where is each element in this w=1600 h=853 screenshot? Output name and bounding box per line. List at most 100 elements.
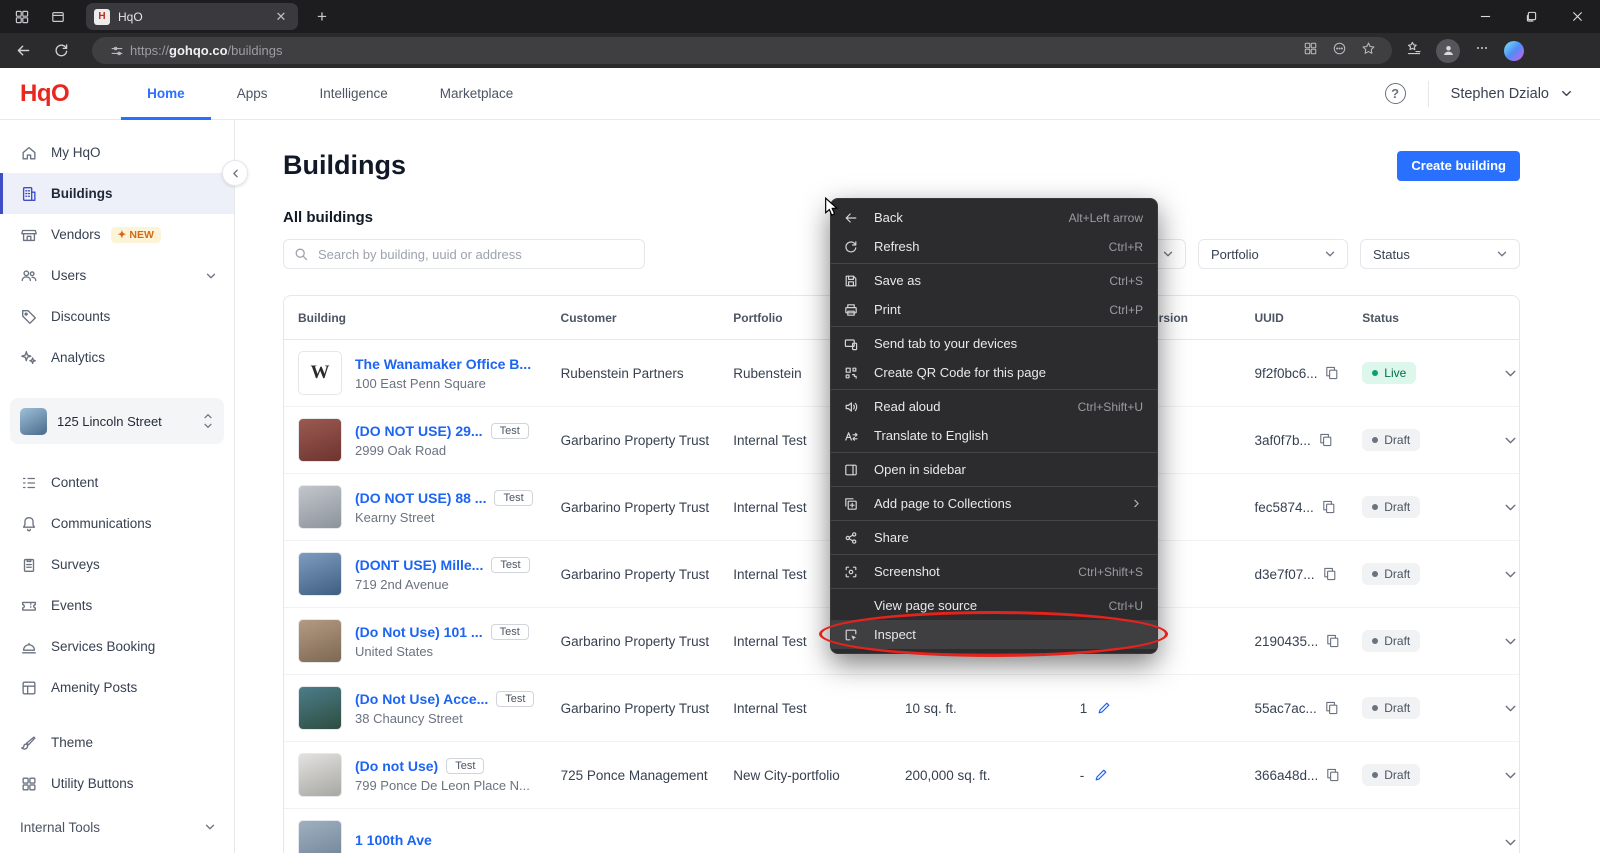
browser-tab[interactable]: H HqO ✕ bbox=[86, 3, 298, 30]
sidebar-item-internal-tools[interactable]: Internal Tools bbox=[0, 807, 233, 847]
copilot-icon[interactable] bbox=[1504, 41, 1524, 61]
menu-divider bbox=[831, 554, 1157, 555]
table-row-do-not-use-acce[interactable]: (Do Not Use) Acce... Test 38 Chauncy Str… bbox=[284, 675, 1519, 742]
building-name-link[interactable]: (DO NOT USE) 88 ... bbox=[355, 490, 486, 506]
address-bar[interactable]: https://gohqo.co/buildings bbox=[92, 37, 1392, 64]
uuid-cell: d3e7f07... bbox=[1254, 566, 1362, 582]
favorites-bar-icon[interactable] bbox=[1406, 40, 1422, 61]
edit-version-icon[interactable] bbox=[1093, 767, 1109, 783]
sidebar-item-communications[interactable]: Communications bbox=[0, 503, 234, 544]
copy-uuid-icon[interactable] bbox=[1322, 566, 1338, 582]
row-expand-chevron-icon[interactable] bbox=[1502, 432, 1519, 449]
column-header-status[interactable]: Status bbox=[1362, 311, 1489, 325]
sidebar-item-vendors[interactable]: Vendors ✦NEW bbox=[0, 214, 234, 255]
context-menu-item-view-page-source[interactable]: View page source Ctrl+U bbox=[831, 591, 1157, 620]
context-menu-item-share[interactable]: Share bbox=[831, 523, 1157, 552]
sidebar-item-content[interactable]: Content bbox=[0, 462, 234, 503]
favorite-star-icon[interactable] bbox=[1361, 41, 1376, 61]
nav-tab-home[interactable]: Home bbox=[121, 68, 211, 120]
create-building-button[interactable]: Create building bbox=[1397, 151, 1520, 181]
copy-uuid-icon[interactable] bbox=[1318, 432, 1334, 448]
nav-tab-intelligence[interactable]: Intelligence bbox=[293, 68, 413, 120]
copy-uuid-icon[interactable] bbox=[1324, 700, 1340, 716]
site-info-icon[interactable] bbox=[110, 44, 124, 58]
workspaces-icon[interactable] bbox=[8, 5, 36, 29]
context-menu-item-print[interactable]: Print Ctrl+P bbox=[831, 295, 1157, 324]
context-menu-item-back[interactable]: Back Alt+Left arrow bbox=[831, 203, 1157, 232]
sidebar-item-utility-buttons[interactable]: Utility Buttons bbox=[0, 763, 234, 804]
search-input[interactable] bbox=[283, 239, 645, 269]
sidebar-item-buildings[interactable]: Buildings bbox=[0, 173, 234, 214]
sidebar-item-discounts[interactable]: Discounts bbox=[0, 296, 234, 337]
context-menu-item-send-tab-to-your-devices[interactable]: Send tab to your devices bbox=[831, 329, 1157, 358]
nav-tab-apps[interactable]: Apps bbox=[211, 68, 294, 120]
context-menu-item-refresh[interactable]: Refresh Ctrl+R bbox=[831, 232, 1157, 261]
new-tab-icon[interactable]: + bbox=[310, 5, 334, 29]
table-row-do-not-use[interactable]: (Do not Use) Test 799 Ponce De Leon Plac… bbox=[284, 742, 1519, 809]
context-menu-item-add-page-to-collections[interactable]: Add page to Collections bbox=[831, 489, 1157, 518]
context-menu-item-screenshot[interactable]: Screenshot Ctrl+Shift+S bbox=[831, 557, 1157, 586]
context-menu-item-inspect[interactable]: Inspect bbox=[831, 620, 1157, 649]
building-switcher[interactable]: 125 Lincoln Street bbox=[10, 398, 224, 444]
copy-uuid-icon[interactable] bbox=[1324, 365, 1340, 381]
row-expand-chevron-icon[interactable] bbox=[1502, 566, 1519, 583]
filter-dropdown-status[interactable]: Status bbox=[1360, 239, 1520, 269]
context-menu-item-open-in-sidebar[interactable]: Open in sidebar bbox=[831, 455, 1157, 484]
copy-uuid-icon[interactable] bbox=[1325, 633, 1341, 649]
sidebar-item-amenity-posts[interactable]: Amenity Posts bbox=[0, 667, 234, 708]
nav-tab-marketplace[interactable]: Marketplace bbox=[414, 68, 540, 120]
hqo-logo[interactable]: HqO bbox=[20, 80, 69, 108]
table-row-1-100th-ave[interactable]: 1 100th Ave bbox=[284, 809, 1519, 853]
sidebar-item-analytics[interactable]: Analytics bbox=[0, 337, 234, 378]
building-name-link[interactable]: (Do Not Use) 101 ... bbox=[355, 624, 483, 640]
building-icon bbox=[20, 185, 38, 203]
refresh-icon[interactable] bbox=[46, 37, 76, 65]
sidebar-item-my-hqo[interactable]: My HqO bbox=[0, 132, 234, 173]
tab-actions-icon[interactable] bbox=[44, 5, 72, 29]
context-menu-item-save-as[interactable]: Save as Ctrl+S bbox=[831, 266, 1157, 295]
context-menu-item-read-aloud[interactable]: Read aloud Ctrl+Shift+U bbox=[831, 392, 1157, 421]
back-icon[interactable] bbox=[8, 37, 38, 65]
browser-titlebar: H HqO ✕ + bbox=[0, 0, 1600, 33]
sidebar-item-events[interactable]: Events bbox=[0, 585, 234, 626]
row-expand-chevron-icon[interactable] bbox=[1502, 499, 1519, 516]
edit-version-icon[interactable] bbox=[1096, 700, 1112, 716]
close-window-icon[interactable] bbox=[1554, 0, 1600, 33]
sidebar-item-theme[interactable]: Theme bbox=[0, 722, 234, 763]
sidebar-item-users[interactable]: Users bbox=[0, 255, 234, 296]
copy-uuid-icon[interactable] bbox=[1321, 499, 1337, 515]
sidebar-item-surveys[interactable]: Surveys bbox=[0, 544, 234, 585]
maximize-icon[interactable] bbox=[1508, 0, 1554, 33]
filter-dropdown-portfolio[interactable]: Portfolio bbox=[1198, 239, 1348, 269]
more-tools-circle-icon[interactable] bbox=[1332, 41, 1347, 61]
building-name-link[interactable]: 1 100th Ave bbox=[355, 832, 432, 848]
row-expand-chevron-icon[interactable] bbox=[1502, 767, 1519, 784]
context-menu-item-translate-to-english[interactable]: Translate to English bbox=[831, 421, 1157, 450]
user-name[interactable]: Stephen Dzialo bbox=[1451, 86, 1549, 102]
row-expand-chevron-icon[interactable] bbox=[1502, 834, 1519, 851]
customer-cell: Garbarino Property Trust bbox=[561, 433, 734, 448]
row-expand-chevron-icon[interactable] bbox=[1502, 365, 1519, 382]
column-header-building[interactable]: Building bbox=[284, 311, 561, 325]
copy-uuid-icon[interactable] bbox=[1325, 767, 1341, 783]
sidebar-collapse-button[interactable] bbox=[222, 160, 248, 186]
row-expand-chevron-icon[interactable] bbox=[1502, 700, 1519, 717]
building-name-link[interactable]: (Do not Use) bbox=[355, 758, 438, 774]
context-menu-item-create-qr-code-for-this-page[interactable]: Create QR Code for this page bbox=[831, 358, 1157, 387]
column-header-customer[interactable]: Customer bbox=[561, 311, 734, 325]
building-name-link[interactable]: (DO NOT USE) 29... bbox=[355, 423, 483, 439]
building-name-link[interactable]: (Do Not Use) Acce... bbox=[355, 691, 488, 707]
close-tab-icon[interactable]: ✕ bbox=[272, 8, 290, 26]
apps-grid-icon[interactable] bbox=[1303, 41, 1318, 61]
browser-toolbar: https://gohqo.co/buildings bbox=[0, 33, 1600, 68]
building-name-link[interactable]: The Wanamaker Office B... bbox=[355, 356, 531, 372]
profile-avatar[interactable] bbox=[1436, 39, 1460, 63]
sidebar-item-services-booking[interactable]: Services Booking bbox=[0, 626, 234, 667]
row-expand-chevron-icon[interactable] bbox=[1502, 633, 1519, 650]
column-header-uuid[interactable]: UUID bbox=[1254, 311, 1362, 325]
chevron-down-icon[interactable] bbox=[1559, 86, 1574, 101]
minimize-icon[interactable] bbox=[1462, 0, 1508, 33]
building-name-link[interactable]: (DONT USE) Mille... bbox=[355, 557, 483, 573]
settings-ellipsis-icon[interactable] bbox=[1474, 40, 1490, 61]
help-icon[interactable]: ? bbox=[1385, 83, 1406, 104]
